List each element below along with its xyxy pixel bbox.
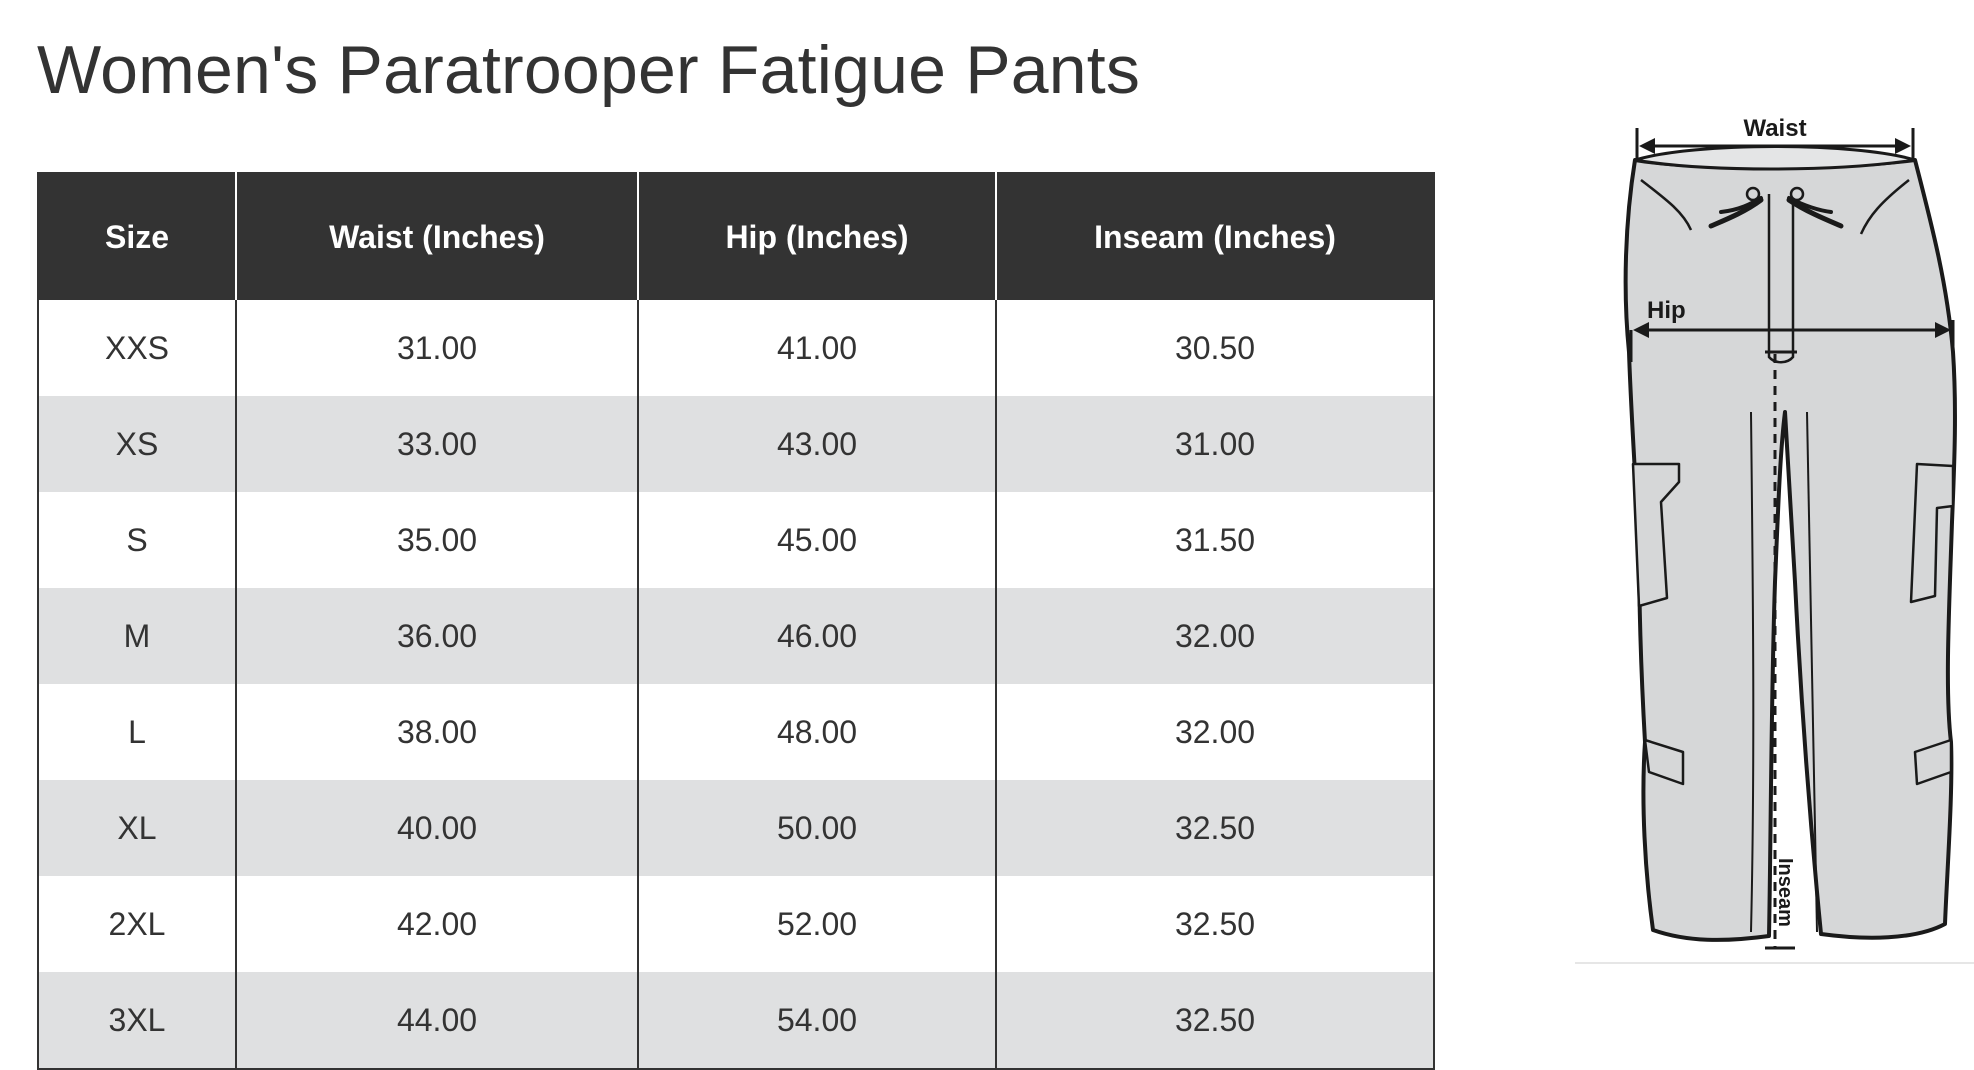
size-chart-table: Size Waist (Inches) Hip (Inches) Inseam …: [37, 172, 1435, 1070]
cell-hip: 46.00: [637, 588, 996, 684]
table-row: S 35.00 45.00 31.50: [38, 492, 1434, 588]
cell-hip: 54.00: [637, 972, 996, 1069]
table-row: 3XL 44.00 54.00 32.50: [38, 972, 1434, 1069]
hip-label: Hip: [1647, 297, 1686, 324]
header-size: Size: [38, 173, 236, 300]
cell-waist: 38.00: [235, 684, 638, 780]
cell-waist: 42.00: [235, 876, 638, 972]
cell-waist: 44.00: [235, 972, 638, 1069]
pants-body: [1623, 158, 1957, 942]
cell-hip: 45.00: [637, 492, 996, 588]
inseam-label: Inseam: [1774, 858, 1796, 927]
cell-waist: 33.00: [235, 396, 638, 492]
table-row: XXS 31.00 41.00 30.50: [38, 300, 1434, 396]
cell-inseam: 31.00: [995, 396, 1434, 492]
header-waist: Waist (Inches): [235, 173, 638, 300]
cell-hip: 41.00: [637, 300, 996, 396]
cell-inseam: 32.50: [995, 972, 1434, 1069]
cell-size: 2XL: [38, 876, 236, 972]
cell-size: XL: [38, 780, 236, 876]
cell-hip: 43.00: [637, 396, 996, 492]
cell-waist: 35.00: [235, 492, 638, 588]
table-row: 2XL 42.00 52.00 32.50: [38, 876, 1434, 972]
cell-size: XS: [38, 396, 236, 492]
pants-illustration: Waist Hip Inseam: [1575, 115, 1974, 964]
header-hip: Hip (Inches): [637, 173, 996, 300]
header-inseam: Inseam (Inches): [995, 173, 1434, 300]
cell-size: XXS: [38, 300, 236, 396]
cell-size: 3XL: [38, 972, 236, 1069]
cell-waist: 31.00: [235, 300, 638, 396]
pants-measurement-diagram: Waist Hip Inseam: [1575, 112, 1974, 967]
cell-inseam: 32.50: [995, 780, 1434, 876]
cell-inseam: 32.00: [995, 684, 1434, 780]
waist-label: Waist: [1743, 115, 1806, 142]
cell-size: L: [38, 684, 236, 780]
cell-hip: 50.00: [637, 780, 996, 876]
table-row: XL 40.00 50.00 32.50: [38, 780, 1434, 876]
cell-inseam: 31.50: [995, 492, 1434, 588]
cell-inseam: 30.50: [995, 300, 1434, 396]
table-row: XS 33.00 43.00 31.00: [38, 396, 1434, 492]
cell-size: S: [38, 492, 236, 588]
cell-hip: 52.00: [637, 876, 996, 972]
table-row: M 36.00 46.00 32.00: [38, 588, 1434, 684]
cell-size: M: [38, 588, 236, 684]
cell-hip: 48.00: [637, 684, 996, 780]
waistband: [1634, 145, 1916, 171]
cell-waist: 36.00: [235, 588, 638, 684]
cell-inseam: 32.00: [995, 588, 1434, 684]
page-title: Women's Paratrooper Fatigue Pants: [37, 32, 1141, 108]
table-header-row: Size Waist (Inches) Hip (Inches) Inseam …: [38, 173, 1434, 300]
table-row: L 38.00 48.00 32.00: [38, 684, 1434, 780]
cell-waist: 40.00: [235, 780, 638, 876]
cell-inseam: 32.50: [995, 876, 1434, 972]
